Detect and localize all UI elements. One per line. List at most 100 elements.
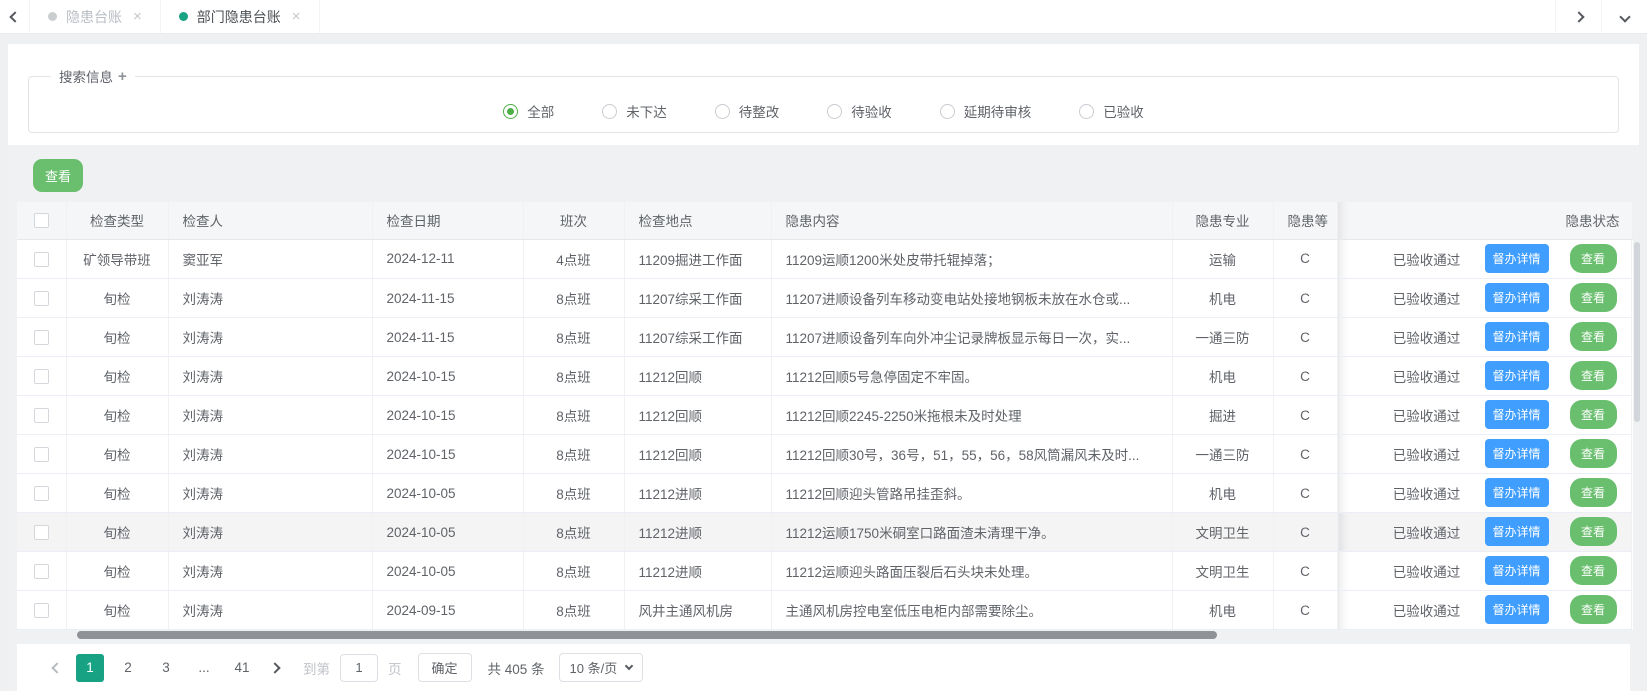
horizontal-scrollbar[interactable] [17,630,1632,639]
supervise-detail-button[interactable]: 督办详情 [1485,322,1549,351]
row-checkbox[interactable] [34,486,49,501]
supervise-detail-button[interactable]: 督办详情 [1485,556,1549,585]
status-text: 已验收通过 [1369,561,1485,581]
cell-status-actions: 已验收通过 督办详情 查看 [1338,435,1633,474]
cell-check-type: 旬检 [66,279,168,318]
tabs-menu-button[interactable] [1601,0,1647,33]
supervise-detail-button[interactable]: 督办详情 [1485,439,1549,468]
page-number[interactable]: 3 [152,654,180,682]
cell-status-actions: 已验收通过 督办详情 查看 [1338,552,1633,591]
status-text: 已验收通过 [1369,288,1485,308]
radio-label: 已验收 [1103,101,1144,121]
cell-status-actions: 已验收通过 督办详情 查看 [1338,240,1633,279]
row-view-button[interactable]: 查看 [1570,400,1617,429]
cell-date: 2024-10-15 [372,435,523,474]
supervise-detail-button[interactable]: 督办详情 [1485,361,1549,390]
cell-check-type: 旬检 [66,591,168,630]
cell-shift: 8点班 [523,435,624,474]
cell-status-actions: 已验收通过 督办详情 查看 [1338,513,1633,552]
row-checkbox[interactable] [34,408,49,423]
row-checkbox[interactable] [34,291,49,306]
cell-date: 2024-10-15 [372,357,523,396]
select-all-checkbox[interactable] [34,213,49,228]
cell-grade: C [1273,318,1337,357]
page-number[interactable]: 41 [228,654,256,682]
tab-item[interactable]: 部门隐患台账 × [161,0,320,33]
row-view-button[interactable]: 查看 [1570,478,1617,507]
page-number[interactable]: 1 [76,654,104,682]
goto-page-input[interactable] [340,654,378,682]
expand-icon[interactable]: + [118,68,127,85]
close-icon[interactable]: × [292,8,301,25]
cell-content: 11209运顺1200米处皮带托辊掉落； [771,239,1172,279]
row-checkbox[interactable] [34,369,49,384]
page-number[interactable]: 2 [114,654,142,682]
row-checkbox[interactable] [34,252,49,267]
cell-content: 11212回顺迎头管路吊挂歪斜。 [771,474,1172,513]
page-number[interactable]: ... [190,654,218,682]
supervise-detail-button[interactable]: 督办详情 [1485,478,1549,507]
cell-inspector: 刘涛涛 [168,318,372,357]
row-checkbox[interactable] [34,447,49,462]
next-page-button[interactable] [261,664,289,672]
status-filter-radio[interactable]: 全部 [503,101,554,121]
goto-label: 到第 [303,658,330,678]
confirm-button[interactable]: 确定 [418,653,472,682]
radio-label: 全部 [527,101,554,121]
supervise-detail-button[interactable]: 督办详情 [1485,400,1549,429]
cell-inspector: 刘涛涛 [168,435,372,474]
table-header-row: 检查类型 检查人 检查日期 班次 检查地点 隐患内容 隐患专业 隐患等 隐患状态 [17,202,1632,239]
tab-item[interactable]: 隐患台账 × [30,0,161,33]
prev-page-button[interactable] [43,664,71,672]
col-header-location: 检查地点 [624,202,771,239]
cell-grade: C [1273,239,1337,279]
row-view-button[interactable]: 查看 [1570,322,1617,351]
row-view-button[interactable]: 查看 [1570,361,1617,390]
table-body: 矿领导带班 窦亚军 2024-12-11 4点班 11209掘进工作面 1120… [17,239,1632,630]
supervise-detail-button[interactable]: 督办详情 [1485,244,1549,273]
status-filter-radio[interactable]: 延期待审核 [940,101,1032,121]
tabs-scroll-right-button[interactable] [1555,0,1601,33]
cell-check-type: 旬检 [66,474,168,513]
cell-date: 2024-10-05 [372,552,523,591]
chevron-right-icon [1573,11,1584,22]
cell-location: 11212回顺 [624,357,771,396]
cell-inspector: 刘涛涛 [168,279,372,318]
cell-inspector: 刘涛涛 [168,552,372,591]
tab-status-dot-icon [179,12,188,21]
close-icon[interactable]: × [133,8,142,25]
horizontal-scrollbar-thumb[interactable] [77,631,1217,639]
supervise-detail-button[interactable]: 督办详情 [1485,517,1549,546]
row-view-button[interactable]: 查看 [1570,517,1617,546]
cell-location: 11209掘进工作面 [624,239,771,279]
row-checkbox[interactable] [34,564,49,579]
row-view-button[interactable]: 查看 [1570,556,1617,585]
page-size-select[interactable]: 10 条/页 [559,653,644,682]
row-view-button[interactable]: 查看 [1570,439,1617,468]
row-view-button[interactable]: 查看 [1570,595,1617,624]
radio-label: 未下达 [626,101,667,121]
status-filter-radio[interactable]: 已验收 [1079,101,1144,121]
cell-shift: 8点班 [523,552,624,591]
cell-content: 11207进顺设备列车向外冲尘记录牌板显示每日一次，实... [771,318,1172,357]
tab-status-dot-icon [48,12,57,21]
cell-date: 2024-10-05 [372,513,523,552]
row-view-button[interactable]: 查看 [1570,244,1617,273]
tab-label: 隐患台账 [66,7,122,27]
row-checkbox[interactable] [34,330,49,345]
cell-date: 2024-09-15 [372,591,523,630]
view-button[interactable]: 查看 [33,159,83,192]
row-view-button[interactable]: 查看 [1570,283,1617,312]
status-filter-radio[interactable]: 待整改 [715,101,780,121]
row-checkbox[interactable] [34,525,49,540]
status-filter-radio[interactable]: 未下达 [602,101,667,121]
status-filter-radio[interactable]: 待验收 [827,101,892,121]
table-row: 旬检 刘涛涛 2024-11-15 8点班 11207综采工作面 11207进顺… [17,279,1632,318]
cell-content: 11212运顺迎头路面压裂后石头块未处理。 [771,552,1172,591]
supervise-detail-button[interactable]: 督办详情 [1485,595,1549,624]
vertical-scrollbar-thumb[interactable] [1634,242,1640,422]
col-header-status: 隐患状态 [1337,202,1632,239]
tabs-scroll-left-button[interactable] [0,0,30,33]
row-checkbox[interactable] [34,603,49,618]
supervise-detail-button[interactable]: 督办详情 [1485,283,1549,312]
